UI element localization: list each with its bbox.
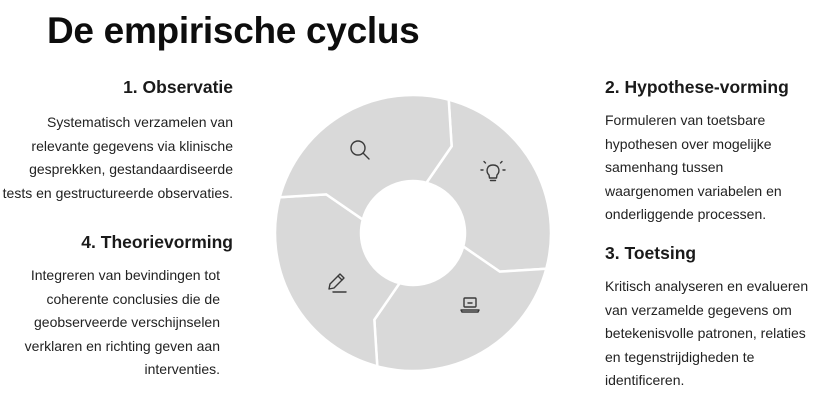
step-description: Kritisch analyseren en evalueren van ver… [605,278,809,388]
step-hypothese-vorming: 2. Hypothese-vorming Formuleren van toet… [605,76,805,227]
page-title: De empirische cyclus [47,10,420,51]
step-heading: 3. Toetsing [605,243,697,263]
step-theorievorming: 4. Theorievorming Integreren van bevindi… [0,231,233,382]
cycle-segments [273,93,553,373]
cycle-diagram [273,93,553,373]
step-heading: 2. Hypothese-vorming [605,77,789,97]
step-description: Formuleren van toetsbare hypothesen over… [605,112,782,222]
step-description: Systematisch verzamelen van relevante ge… [2,114,233,201]
step-description: Integreren van bevindingen tot coherente… [24,267,220,377]
step-heading: 4. Theorievorming [81,232,233,252]
step-toetsing: 3. Toetsing Kritisch analyseren en evalu… [605,242,815,393]
step-heading: 1. Observatie [123,77,233,97]
step-observatie: 1. Observatie Systematisch verzamelen va… [0,76,233,205]
